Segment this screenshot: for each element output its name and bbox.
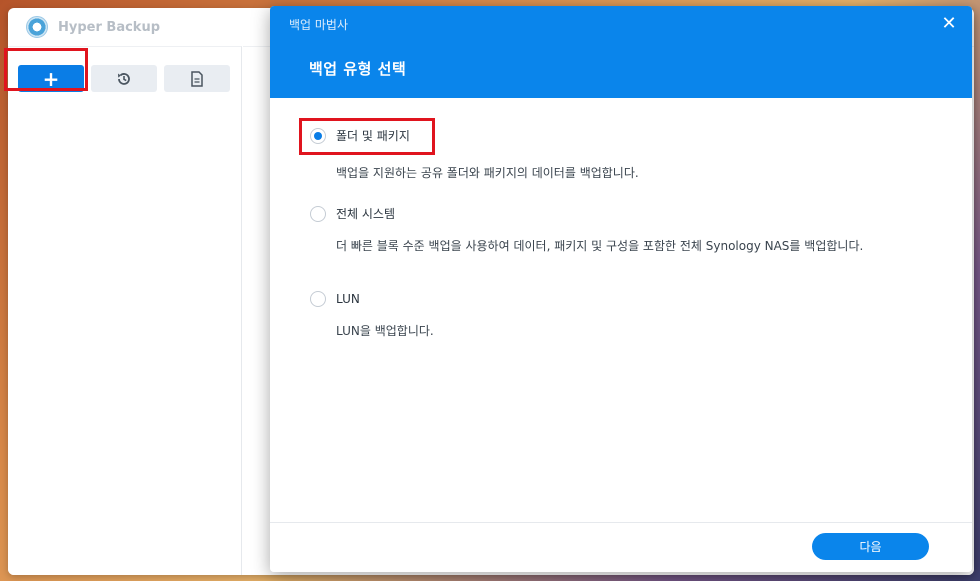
option-label: 전체 시스템 [336, 207, 396, 221]
radio-lun[interactable] [310, 291, 326, 307]
dialog-window-title: 백업 마법사 [289, 18, 349, 32]
dialog-footer: 다음 [270, 522, 972, 572]
backup-wizard-dialog: 백업 마법사 ✕ 백업 유형 선택 폴더 및 패키지 백업을 지원하는 공유 폴… [270, 6, 972, 572]
close-icon[interactable]: ✕ [938, 13, 960, 35]
add-backup-button[interactable]: + [18, 65, 84, 92]
option-description: 더 빠른 블록 수준 백업을 사용하여 데이터, 패키지 및 구성을 포함한 전… [336, 239, 864, 253]
option-entire-system[interactable]: 전체 시스템 [310, 205, 395, 222]
restore-button[interactable] [91, 65, 157, 92]
next-button[interactable]: 다음 [812, 533, 929, 560]
sidebar: + [8, 46, 242, 575]
plus-icon: + [42, 66, 60, 91]
dialog-header: 백업 마법사 ✕ 백업 유형 선택 [270, 6, 972, 98]
option-description: LUN을 백업합니다. [336, 324, 434, 338]
log-button[interactable] [164, 65, 230, 92]
app-title: Hyper Backup [58, 19, 161, 35]
sidebar-toolbar: + [18, 65, 230, 92]
radio-entire-system[interactable] [310, 205, 326, 222]
dialog-step-title: 백업 유형 선택 [309, 60, 407, 78]
restore-history-icon [118, 72, 130, 85]
radio-folders-packages[interactable] [310, 127, 326, 144]
dialog-body: 폴더 및 패키지 백업을 지원하는 공유 폴더와 패키지의 데이터를 백업합니다… [270, 98, 972, 522]
hyper-backup-logo-icon [26, 16, 48, 38]
document-icon [191, 70, 203, 87]
option-description: 백업을 지원하는 공유 폴더와 패키지의 데이터를 백업합니다. [336, 166, 639, 180]
option-label: 폴더 및 패키지 [336, 129, 410, 143]
option-folders-packages[interactable]: 폴더 및 패키지 [310, 127, 410, 144]
option-label: LUN [336, 292, 360, 306]
option-lun[interactable]: LUN [310, 291, 360, 307]
